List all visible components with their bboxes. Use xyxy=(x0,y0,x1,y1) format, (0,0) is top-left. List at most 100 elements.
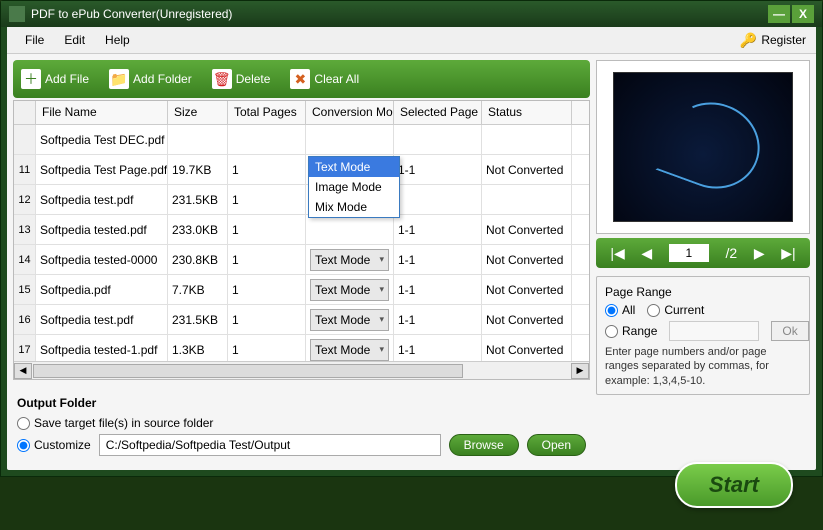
cell-pages: 1 xyxy=(228,335,306,364)
save-source-radio[interactable] xyxy=(17,417,30,430)
horizontal-scrollbar[interactable]: ◀ ▶ xyxy=(14,361,589,379)
customize-option[interactable]: Customize xyxy=(17,438,91,452)
col-size[interactable]: Size xyxy=(168,101,228,124)
mode-select[interactable]: Text Mode▾ xyxy=(310,279,389,301)
table-row[interactable]: Softpedia Test DEC.pdf xyxy=(14,125,589,155)
chevron-down-icon: ▾ xyxy=(379,344,384,355)
col-selected-page[interactable]: Selected Page xyxy=(394,101,482,124)
page-total: /2 xyxy=(725,245,737,261)
table-row[interactable]: 15Softpedia.pdf7.7KB1Text Mode▾1-1Not Co… xyxy=(14,275,589,305)
page-input[interactable] xyxy=(669,244,709,262)
open-button[interactable]: Open xyxy=(527,434,586,456)
cell-pages: 1 xyxy=(228,185,306,214)
scroll-right-button[interactable]: ▶ xyxy=(571,363,589,379)
range-all-radio[interactable] xyxy=(605,304,618,317)
cell-mode: Text Mode▾ xyxy=(306,275,394,304)
output-section: Output Folder Save target file(s) in sou… xyxy=(13,392,590,464)
cell-filename: Softpedia tested-0000 xyxy=(36,245,168,274)
output-title: Output Folder xyxy=(17,396,586,410)
range-current-radio[interactable] xyxy=(647,304,660,317)
add-file-button[interactable]: ＋ Add File xyxy=(21,69,89,89)
minimize-button[interactable]: — xyxy=(768,5,790,23)
chevron-down-icon: ▾ xyxy=(379,314,384,325)
col-conversion-mode[interactable]: Conversion Mode xyxy=(306,101,394,124)
mode-dropdown[interactable]: Text Mode Image Mode Mix Mode xyxy=(308,156,400,218)
col-status[interactable]: Status xyxy=(482,101,572,124)
window-title: PDF to ePub Converter(Unregistered) xyxy=(31,7,768,21)
cell-selpage: 1-1 xyxy=(394,305,482,334)
range-hint: Enter page numbers and/or page ranges se… xyxy=(605,345,801,388)
cell-size: 1.3KB xyxy=(168,335,228,364)
cell-selpage: 1-1 xyxy=(394,335,482,364)
range-current-option[interactable]: Current xyxy=(647,303,704,317)
cell-index: 12 xyxy=(14,185,36,214)
cell-status: Not Converted xyxy=(482,275,572,304)
menu-edit[interactable]: Edit xyxy=(54,31,95,49)
cell-pages: 1 xyxy=(228,155,306,184)
toolbar: ＋ Add File 📁 Add Folder 🗑 Delete ✖ Clear… xyxy=(13,60,590,98)
next-page-button[interactable]: ▶ xyxy=(754,245,765,262)
key-icon: 🔑 xyxy=(740,32,757,49)
cell-filename: Softpedia Test Page.pdf xyxy=(36,155,168,184)
dropdown-image-mode[interactable]: Image Mode xyxy=(309,177,399,197)
dropdown-text-mode[interactable]: Text Mode xyxy=(309,157,399,177)
range-input[interactable] xyxy=(669,321,759,341)
app-icon xyxy=(9,6,25,22)
col-total-pages[interactable]: Total Pages xyxy=(228,101,306,124)
browse-button[interactable]: Browse xyxy=(449,434,519,456)
menu-help[interactable]: Help xyxy=(95,31,140,49)
cell-size xyxy=(168,125,228,154)
table-row[interactable]: 14Softpedia tested-0000230.8KB1Text Mode… xyxy=(14,245,589,275)
col-filename[interactable]: File Name xyxy=(36,101,168,124)
col-index[interactable] xyxy=(14,101,36,124)
table-row[interactable]: 11Softpedia Test Page.pdf19.7KB1Text Mod… xyxy=(14,155,589,185)
prev-page-button[interactable]: ◀ xyxy=(641,245,652,262)
start-button[interactable]: Start xyxy=(675,462,793,508)
cell-size: 233.0KB xyxy=(168,215,228,244)
range-all-option[interactable]: All xyxy=(605,303,635,317)
table-row[interactable]: 12Softpedia test.pdf231.5KB1 xyxy=(14,185,589,215)
add-folder-button[interactable]: 📁 Add Folder xyxy=(109,69,192,89)
scroll-left-button[interactable]: ◀ xyxy=(14,363,32,379)
cell-filename: Softpedia.pdf xyxy=(36,275,168,304)
cell-status: Not Converted xyxy=(482,245,572,274)
range-ok-button[interactable]: Ok xyxy=(771,321,808,341)
menu-file[interactable]: File xyxy=(15,31,54,49)
table-row[interactable]: 13Softpedia tested.pdf233.0KB11-1Not Con… xyxy=(14,215,589,245)
first-page-button[interactable]: |◀ xyxy=(610,245,624,262)
output-path-input[interactable] xyxy=(99,434,441,456)
cell-index xyxy=(14,125,36,154)
dropdown-mix-mode[interactable]: Mix Mode xyxy=(309,197,399,217)
cell-index: 17 xyxy=(14,335,36,364)
delete-button[interactable]: 🗑 Delete xyxy=(212,69,271,89)
cell-pages: 1 xyxy=(228,275,306,304)
range-custom-radio[interactable] xyxy=(605,325,618,338)
cell-mode: Text Mode▾ xyxy=(306,245,394,274)
cell-status xyxy=(482,185,572,214)
clear-all-icon: ✖ xyxy=(290,69,310,89)
cell-status: Not Converted xyxy=(482,335,572,364)
mode-select[interactable]: Text Mode▾ xyxy=(310,309,389,331)
mode-select[interactable]: Text Mode▾ xyxy=(310,249,389,271)
add-file-label: Add File xyxy=(45,72,89,86)
mode-select[interactable]: Text Mode▾ xyxy=(310,339,389,361)
cell-pages: 1 xyxy=(228,305,306,334)
table-row[interactable]: 16Softpedia test.pdf231.5KB1Text Mode▾1-… xyxy=(14,305,589,335)
cell-filename: Softpedia tested-1.pdf xyxy=(36,335,168,364)
close-button[interactable]: X xyxy=(792,5,814,23)
save-source-option[interactable]: Save target file(s) in source folder xyxy=(17,416,213,430)
cell-mode xyxy=(306,215,394,244)
customize-radio[interactable] xyxy=(17,439,30,452)
clear-all-button[interactable]: ✖ Clear All xyxy=(290,69,359,89)
cell-selpage xyxy=(394,125,482,154)
last-page-button[interactable]: ▶| xyxy=(781,245,795,262)
scroll-thumb[interactable] xyxy=(33,364,463,378)
range-custom-option[interactable]: Range xyxy=(605,324,657,338)
customize-label: Customize xyxy=(34,438,91,452)
cell-status: Not Converted xyxy=(482,155,572,184)
register-link[interactable]: 🔑 Register xyxy=(740,32,806,49)
add-file-icon: ＋ xyxy=(21,69,41,89)
cell-status: Not Converted xyxy=(482,215,572,244)
cell-size: 231.5KB xyxy=(168,305,228,334)
cell-size: 231.5KB xyxy=(168,185,228,214)
